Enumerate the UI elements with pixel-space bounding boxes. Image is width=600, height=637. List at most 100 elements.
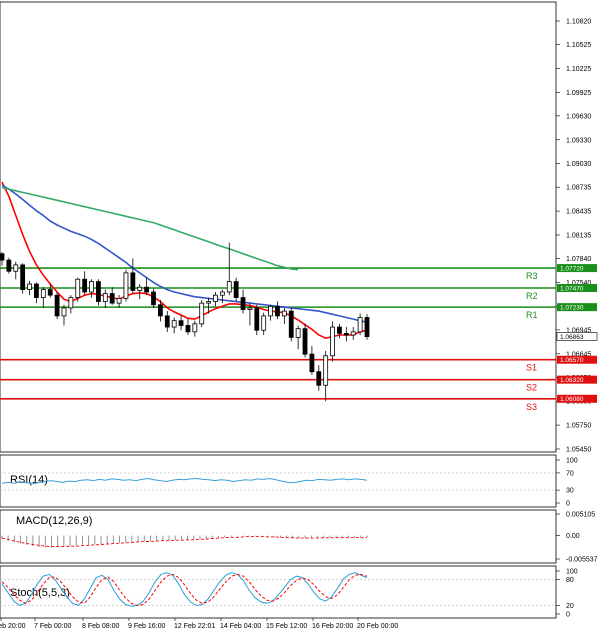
level-label-r2: R2 xyxy=(526,291,538,301)
candle-body xyxy=(6,259,12,272)
candle-body xyxy=(192,323,198,333)
candle-body xyxy=(116,297,122,304)
candle-body xyxy=(226,281,232,293)
candle-body xyxy=(123,272,129,299)
candle-body xyxy=(337,326,342,334)
level-label-s3: S3 xyxy=(526,402,537,412)
time-tick-label: 8 Feb 08:00 xyxy=(82,623,119,630)
chart-background xyxy=(0,0,600,637)
stoch-tick-label: 20 xyxy=(566,603,574,610)
stoch-tick-label: 80 xyxy=(566,577,574,584)
rsi-tick-label: 100 xyxy=(566,458,578,465)
rsi-label: RSI(14) xyxy=(10,474,48,486)
time-tick-label: Feb 20:00 xyxy=(0,623,26,630)
candle-body xyxy=(164,315,170,328)
candle-body xyxy=(75,278,81,298)
candle-body xyxy=(102,293,108,302)
level-label-s2: S2 xyxy=(526,383,537,393)
price-tick-label: 1.09330 xyxy=(566,137,591,144)
price-tick-label: 1.09925 xyxy=(566,90,591,97)
price-tick-label: 1.10525 xyxy=(566,42,591,49)
time-tick-label: 20 Feb 00:00 xyxy=(357,623,398,630)
candle-body xyxy=(268,305,273,317)
time-tick-label: 9 Feb 16:00 xyxy=(128,623,165,630)
candle-body xyxy=(254,307,260,331)
candle-body xyxy=(185,325,191,333)
level-label-s1: S1 xyxy=(526,363,537,373)
candle-body xyxy=(144,286,150,293)
macd-tick-label: -0.005537 xyxy=(566,557,598,564)
candle-body xyxy=(295,328,301,338)
time-tick-label: 12 Feb 22:01 xyxy=(174,623,215,630)
time-tick-label: 14 Feb 04:00 xyxy=(220,623,261,630)
level-price-label-r3: 1.07720 xyxy=(560,265,584,272)
macd-tick-label: 0.00 xyxy=(566,533,580,540)
price-tick-label: 1.05450 xyxy=(566,447,591,454)
candle-body xyxy=(137,286,143,291)
time-tick-label: 15 Feb 12:00 xyxy=(266,623,307,630)
price-tick-label: 1.05750 xyxy=(566,423,591,430)
price-tick-label: 1.09030 xyxy=(566,161,591,168)
stoch-tick-label: 0 xyxy=(566,612,570,619)
level-label-r1: R1 xyxy=(526,310,538,320)
time-tick-label: 7 Feb 00:00 xyxy=(34,623,71,630)
candle-body xyxy=(323,355,329,386)
rsi-tick-label: 30 xyxy=(566,488,574,495)
candle-body xyxy=(206,301,212,304)
price-tick-label: 1.10225 xyxy=(566,66,591,73)
level-price-label-s2: 1.06320 xyxy=(560,377,584,384)
candle-body xyxy=(357,317,363,333)
candle-body xyxy=(171,320,177,328)
price-tick-label: 1.08135 xyxy=(566,233,591,240)
chart-root: 1.10820 1.10525 1.10225 1.09925 1.09630 1.093… xyxy=(0,0,600,637)
candle-body xyxy=(219,291,225,296)
candle-body xyxy=(178,320,184,326)
candle-body xyxy=(96,281,101,302)
candle-body xyxy=(240,297,246,310)
macd-label: MACD(12,26,9) xyxy=(16,515,92,527)
candle-body xyxy=(330,326,335,357)
current-price-label: 1.06863 xyxy=(560,334,584,341)
candle-body xyxy=(309,353,315,373)
macd-tick-label: 0.005105 xyxy=(566,512,595,519)
candle-body xyxy=(13,264,19,272)
candle-body xyxy=(40,289,46,298)
candle-body xyxy=(130,272,136,291)
candle-body xyxy=(350,331,356,336)
level-price-label-r2: 1.07470 xyxy=(560,285,584,292)
level-price-label-r1: 1.07230 xyxy=(560,305,584,312)
candle-body xyxy=(302,328,308,355)
price-tick-label: 1.08435 xyxy=(566,209,591,216)
candle-body xyxy=(261,315,267,331)
level-price-label-s1: 1.06570 xyxy=(560,357,584,364)
candle-body xyxy=(34,283,39,298)
candle-body xyxy=(247,307,253,310)
candle-body xyxy=(109,293,115,304)
price-tick-label: 1.07840 xyxy=(566,256,591,263)
stoch-tick-label: 100 xyxy=(566,569,578,576)
candle-body xyxy=(316,371,322,386)
candle-body xyxy=(54,294,60,317)
candle-body xyxy=(47,289,53,296)
price-tick-label: 1.08735 xyxy=(566,185,591,192)
candle-body xyxy=(68,297,74,309)
candle-body xyxy=(213,294,218,302)
candle-body xyxy=(61,307,67,317)
price-tick-label: 1.09630 xyxy=(566,113,591,120)
candle-body xyxy=(82,278,88,293)
candle-body xyxy=(27,283,32,290)
candle-body xyxy=(281,310,287,317)
candle-body xyxy=(288,310,294,338)
candle-body xyxy=(20,264,26,290)
candle-body xyxy=(364,317,370,338)
candle-body xyxy=(157,304,163,317)
candle-body xyxy=(89,281,94,293)
candle-body xyxy=(233,281,239,298)
candle-body xyxy=(275,305,280,317)
candle-body xyxy=(343,333,349,336)
price-tick-label: 1.10820 xyxy=(566,19,591,26)
candle-body xyxy=(199,302,205,325)
rsi-tick-label: 0 xyxy=(566,501,570,508)
candle-body xyxy=(0,253,5,261)
price-chart: 1.10820 1.10525 1.10225 1.09925 1.09630 1.093… xyxy=(0,0,600,637)
